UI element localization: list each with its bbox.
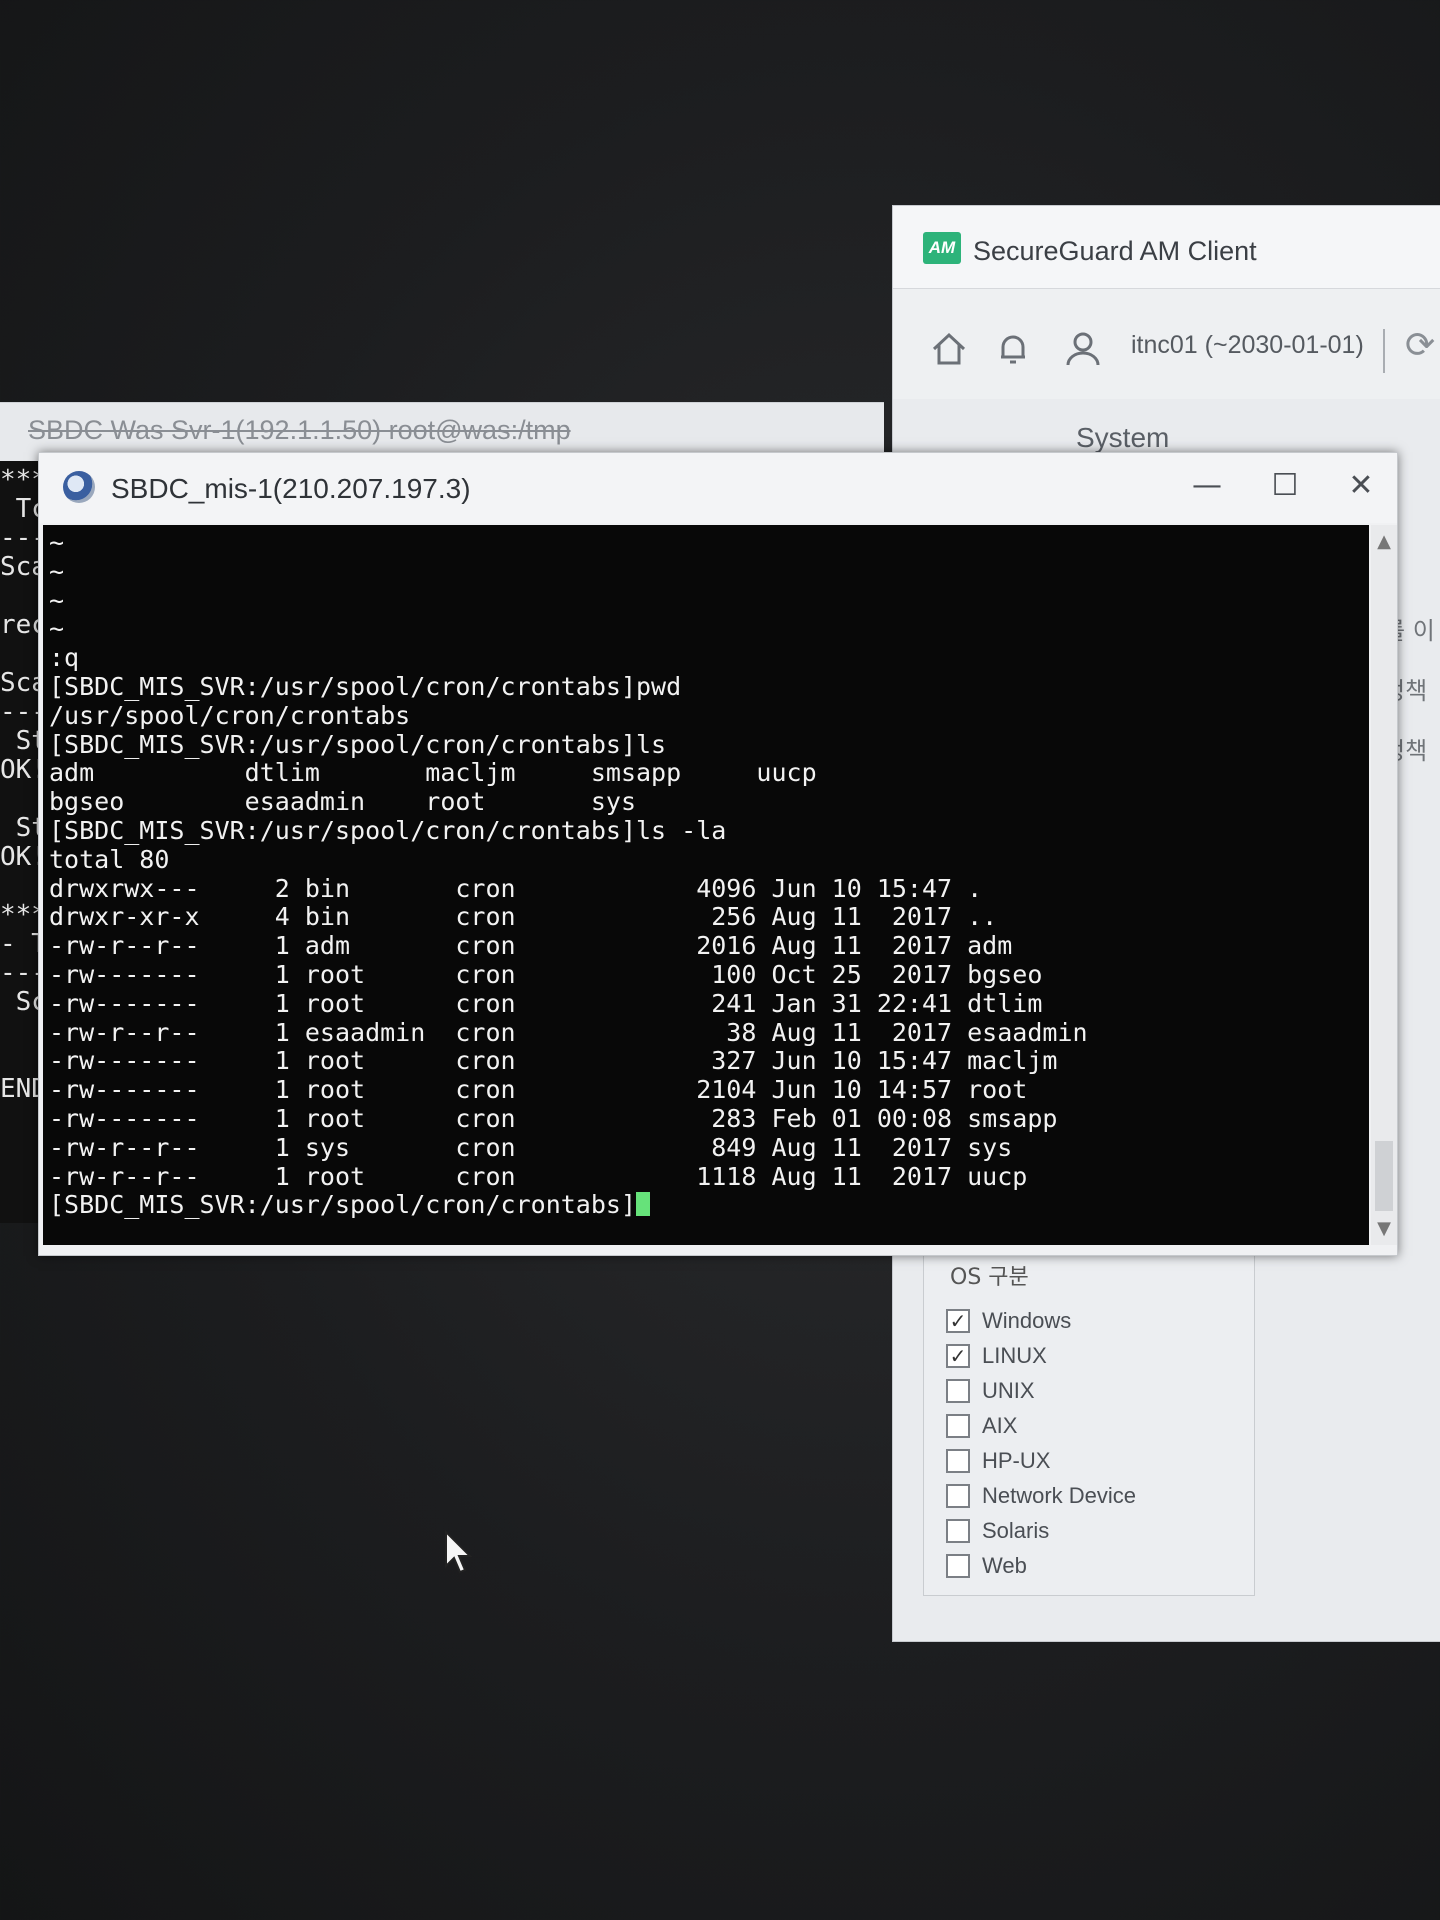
window-title: SBDC_mis-1(210.207.197.3) — [111, 473, 471, 504]
checkbox-icon[interactable] — [946, 1449, 970, 1473]
terminal-line: [SBDC_MIS_SVR:/usr/spool/cron/crontabs]l… — [49, 815, 727, 845]
terminal-text: ~ ~ ~ ~ :q [SBDC_MIS_SVR:/usr/spool/cron… — [43, 525, 1369, 1220]
checkbox-checked-icon[interactable]: ✓ — [946, 1309, 970, 1333]
scrollbar-thumb[interactable] — [1375, 1141, 1393, 1211]
terminal-line: :q — [49, 643, 80, 673]
os-filter-panel: OS 구분 ✓ Windows ✓ LINUX UNIX AIX HP-UX N… — [923, 1244, 1255, 1596]
checkbox-icon[interactable] — [946, 1379, 970, 1403]
os-option-label: LINUX — [982, 1343, 1047, 1368]
os-option-web[interactable]: Web — [946, 1550, 1027, 1582]
os-option-windows[interactable]: ✓ Windows — [946, 1305, 1071, 1337]
os-option-network-device[interactable]: Network Device — [946, 1480, 1136, 1512]
terminal-line: -rw------- 1 root cron 2104 Jun 10 14:57… — [49, 1075, 1028, 1105]
terminal-line: drwxr-xr-x 4 bin cron 256 Aug 11 2017 .. — [49, 902, 998, 932]
minimize-button[interactable]: — — [1179, 461, 1235, 511]
terminal-line: total 80 — [49, 844, 170, 874]
home-icon[interactable] — [929, 329, 969, 369]
checkbox-checked-icon[interactable]: ✓ — [946, 1344, 970, 1368]
terminal-line: -rw-r--r-- 1 esaadmin cron 38 Aug 11 201… — [49, 1017, 1088, 1047]
secureguard-titlebar: AM SecureGuard AM Client — [893, 206, 1440, 289]
terminal-line: [SBDC_MIS_SVR:/usr/spool/cron/crontabs]l… — [49, 729, 667, 759]
secureguard-toolbar: itnc01 (~2030-01-01) ⟳ — [893, 289, 1440, 399]
terminal-line: -rw------- 1 root cron 100 Oct 25 2017 b… — [49, 959, 1043, 989]
maximize-button[interactable]: ☐ — [1257, 461, 1313, 511]
terminal-line: drwxrwx--- 2 bin cron 4096 Jun 10 15:47 … — [49, 873, 983, 903]
window-titlebar[interactable]: SBDC_mis-1(210.207.197.3) — ☐ ✕ — [39, 453, 1397, 523]
terminal-line: -rw------- 1 root cron 327 Jun 10 15:47 … — [49, 1046, 1058, 1076]
os-option-label: Windows — [982, 1308, 1072, 1333]
terminal-line: ~ — [49, 614, 65, 644]
os-option-aix[interactable]: AIX — [946, 1410, 1017, 1442]
vertical-scrollbar[interactable]: ▲ ▼ — [1371, 525, 1397, 1245]
os-option-label: AIX — [982, 1413, 1018, 1438]
section-title: System — [1076, 422, 1170, 453]
user-account-label[interactable]: itnc01 (~2030-01-01) — [1131, 331, 1364, 360]
terminal-line: -rw-r--r-- 1 adm cron 2016 Aug 11 2017 a… — [49, 931, 1013, 961]
user-icon[interactable] — [1063, 329, 1103, 369]
terminal-line: ~ — [49, 528, 65, 557]
checkbox-icon[interactable] — [946, 1554, 970, 1578]
os-filter-header: OS 구분 — [950, 1265, 1029, 1290]
terminal-line: bgseo esaadmin root sys — [49, 787, 636, 817]
terminal-line: ~ — [49, 585, 65, 615]
toolbar-divider — [1383, 329, 1385, 373]
checkbox-icon[interactable] — [946, 1519, 970, 1543]
terminal-app-icon — [63, 471, 95, 503]
terminal-output[interactable]: ~ ~ ~ ~ :q [SBDC_MIS_SVR:/usr/spool/cron… — [43, 525, 1369, 1245]
os-option-label: UNIX — [982, 1378, 1035, 1403]
scroll-down-icon[interactable]: ▼ — [1371, 1218, 1397, 1239]
checkbox-icon[interactable] — [946, 1414, 970, 1438]
os-option-hpux[interactable]: HP-UX — [946, 1445, 1050, 1477]
bell-icon[interactable] — [993, 329, 1033, 369]
terminal-line: -rw------- 1 root cron 283 Feb 01 00:08 … — [49, 1103, 1058, 1133]
terminal-line: -rw-r--r-- 1 sys cron 849 Aug 11 2017 sy… — [49, 1132, 1013, 1162]
os-option-label: Web — [982, 1553, 1027, 1578]
terminal-line: ~ — [49, 556, 65, 586]
checkbox-icon[interactable] — [946, 1484, 970, 1508]
terminal-line: -rw-r--r-- 1 root cron 1118 Aug 11 2017 … — [49, 1161, 1028, 1191]
os-option-label: Network Device — [982, 1483, 1137, 1508]
terminal-line: /usr/spool/cron/crontabs — [49, 700, 411, 730]
refresh-icon[interactable]: ⟳ — [1405, 325, 1435, 366]
os-option-label: HP-UX — [982, 1448, 1051, 1473]
terminal-line: -rw------- 1 root cron 241 Jan 31 22:41 … — [49, 988, 1043, 1018]
os-option-solaris[interactable]: Solaris — [946, 1515, 1049, 1547]
scroll-up-icon[interactable]: ▲ — [1371, 531, 1397, 552]
os-option-linux[interactable]: ✓ LINUX — [946, 1340, 1047, 1372]
background-window-title: SBDC Was Svr-1(192.1.1.50) root@was:/tmp — [28, 415, 571, 445]
app-title: SecureGuard AM Client — [973, 236, 1257, 266]
terminal-cursor — [636, 1192, 650, 1217]
terminal-line: adm dtlim macljm smsapp uucp — [49, 758, 817, 788]
terminal-prompt: [SBDC_MIS_SVR:/usr/spool/cron/crontabs] — [49, 1190, 636, 1220]
terminal-line: [SBDC_MIS_SVR:/usr/spool/cron/crontabs]p… — [49, 671, 682, 701]
os-option-label: Solaris — [982, 1518, 1050, 1543]
am-logo-icon: AM — [923, 232, 961, 264]
os-option-unix[interactable]: UNIX — [946, 1375, 1035, 1407]
close-button[interactable]: ✕ — [1333, 461, 1389, 511]
ssh-terminal-window[interactable]: SBDC_mis-1(210.207.197.3) — ☐ ✕ ~ ~ ~ ~ … — [38, 452, 1398, 1256]
